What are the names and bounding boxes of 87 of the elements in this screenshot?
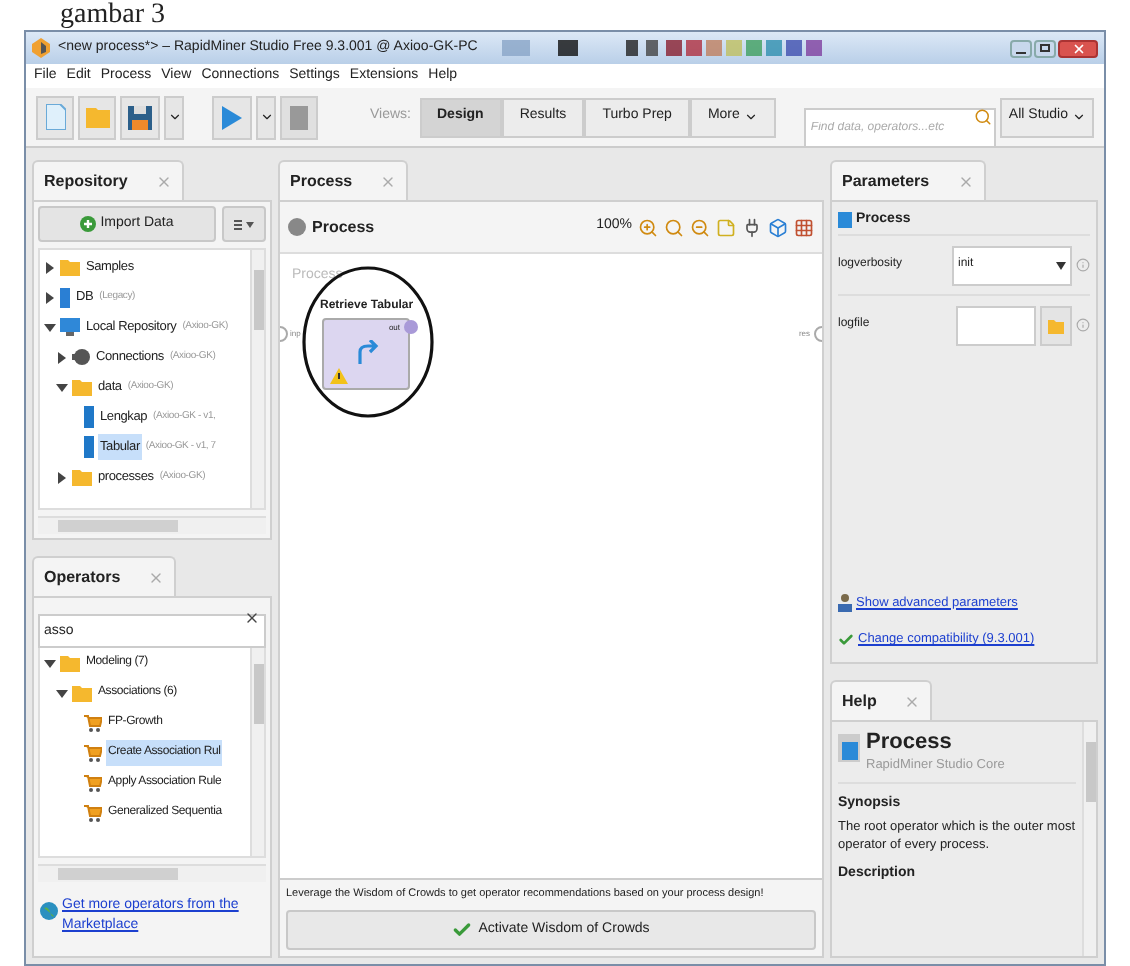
- folder-icon: [72, 468, 92, 486]
- person-icon: [838, 593, 852, 612]
- zoom-fit-icon[interactable]: [664, 217, 684, 237]
- plug-icon: [72, 348, 90, 366]
- tab-label: Help: [842, 689, 877, 713]
- app-logo-icon: [32, 38, 50, 58]
- process-icon: [838, 212, 852, 228]
- plus-circle-icon: [80, 216, 97, 232]
- run-button[interactable]: [212, 95, 252, 139]
- clear-icon[interactable]: [244, 610, 260, 626]
- process-icon: [288, 218, 306, 236]
- info-icon[interactable]: [1076, 318, 1090, 332]
- horizontal-scrollbar[interactable]: [38, 864, 266, 882]
- close-icon[interactable]: [904, 693, 921, 709]
- panel-tab[interactable]: Process: [278, 160, 409, 200]
- expanded-arrow-icon[interactable]: [56, 687, 68, 699]
- browse-button[interactable]: [1040, 305, 1072, 345]
- process-icon: [838, 734, 860, 762]
- menu-button[interactable]: [222, 206, 266, 242]
- globe-icon: [40, 902, 58, 920]
- close-icon: [1071, 41, 1085, 55]
- close-button[interactable]: [1058, 39, 1098, 57]
- tab-label: Operators: [44, 565, 121, 589]
- tab-label: Repository: [44, 169, 128, 193]
- tab-label: Process: [290, 169, 353, 193]
- monitor-icon: [60, 318, 80, 336]
- cube-icon[interactable]: [768, 217, 788, 237]
- caret-icon: [1072, 110, 1086, 124]
- close-icon[interactable]: [148, 569, 165, 585]
- caret-icon: [743, 110, 758, 124]
- check-icon: [452, 920, 473, 940]
- save-button[interactable]: [120, 95, 160, 139]
- info-icon[interactable]: [1076, 258, 1090, 272]
- database-icon: [60, 287, 70, 307]
- caption: gambar 3: [60, 0, 165, 30]
- collapsed-arrow-icon[interactable]: [56, 351, 68, 363]
- folder-icon: [60, 258, 80, 276]
- panel-tab[interactable]: Help: [830, 680, 933, 720]
- grid-icon[interactable]: [794, 217, 814, 237]
- retrieve-arrow-icon: [356, 340, 380, 364]
- zoom-out-icon[interactable]: [690, 217, 710, 237]
- close-icon[interactable]: [155, 173, 172, 189]
- panel-tab[interactable]: Parameters: [830, 160, 986, 200]
- new-process-button[interactable]: [36, 95, 74, 139]
- folder-icon: [72, 378, 92, 396]
- collapsed-arrow-icon[interactable]: [56, 471, 68, 483]
- collapsed-arrow-icon[interactable]: [44, 291, 56, 303]
- folder-icon: [85, 106, 109, 128]
- parameter-field[interactable]: [956, 305, 1036, 345]
- cart-icon: [84, 804, 102, 822]
- menu-icon: [234, 219, 254, 229]
- tab-label: Parameters: [842, 169, 930, 193]
- plug-icon[interactable]: [742, 217, 762, 237]
- horizontal-scrollbar[interactable]: [38, 516, 266, 534]
- collapsed-arrow-icon[interactable]: [44, 261, 56, 273]
- expanded-arrow-icon[interactable]: [56, 381, 68, 393]
- data-table-icon: [84, 436, 94, 458]
- document-icon: [45, 104, 65, 130]
- caret-icon: [259, 110, 273, 124]
- breadcrumb[interactable]: Process: [312, 215, 375, 239]
- zoom-in-icon[interactable]: [638, 217, 658, 237]
- maximize-button[interactable]: [1034, 39, 1056, 57]
- caret-icon: [167, 110, 181, 124]
- stop-icon: [290, 105, 308, 129]
- stop-button[interactable]: [280, 95, 318, 139]
- folder-icon: [1048, 317, 1064, 333]
- scrollbar[interactable]: [250, 250, 264, 508]
- cart-icon: [84, 744, 102, 762]
- cart-icon: [84, 774, 102, 792]
- play-icon: [222, 105, 242, 129]
- help-title: Process: [866, 730, 954, 756]
- minimize-button[interactable]: [1010, 39, 1032, 57]
- run-dropdown-button[interactable]: [256, 95, 276, 139]
- panel-tab[interactable]: Operators: [32, 556, 177, 596]
- output-port[interactable]: [404, 320, 418, 334]
- panel-tab[interactable]: Repository: [32, 160, 184, 200]
- close-icon[interactable]: [380, 173, 397, 189]
- caret-icon: [1056, 261, 1066, 269]
- check-icon: [838, 632, 854, 649]
- scrollbar[interactable]: [1082, 722, 1096, 956]
- data-table-icon: [84, 406, 94, 428]
- scrollbar[interactable]: [250, 644, 264, 856]
- cart-icon: [84, 714, 102, 732]
- expanded-arrow-icon[interactable]: [44, 321, 56, 333]
- search-icon: [974, 107, 993, 125]
- close-icon[interactable]: [957, 173, 974, 189]
- expanded-arrow-icon[interactable]: [44, 657, 56, 669]
